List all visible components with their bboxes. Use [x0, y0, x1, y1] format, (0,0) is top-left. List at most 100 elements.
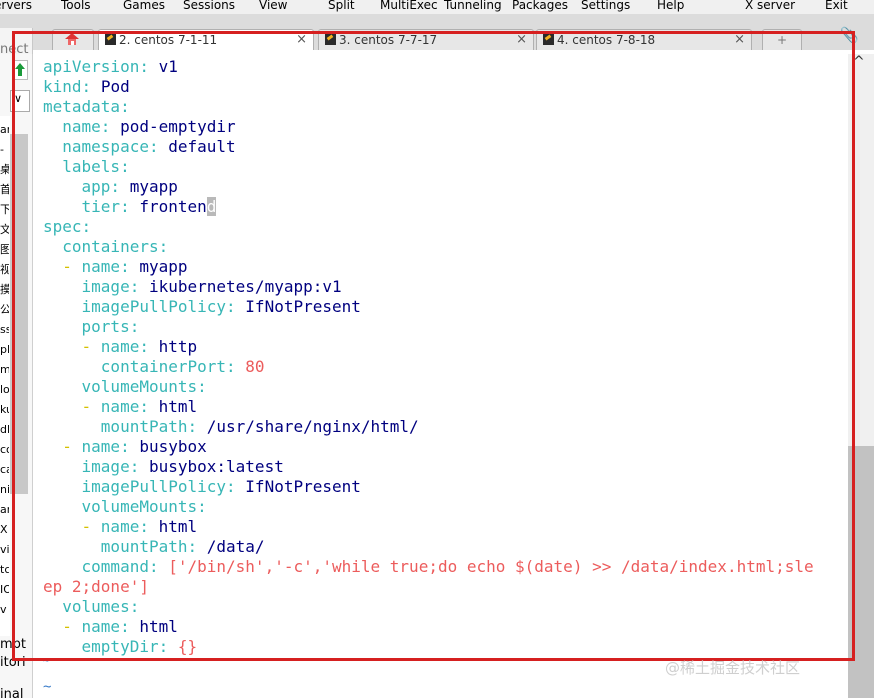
- list-item[interactable]: 视: [0, 263, 9, 277]
- scroll-thumb[interactable]: [848, 446, 874, 698]
- session-sidebar: ∨ ar - 桌 首 下 文 图 视 摸 公 ss pl m lo ku dl …: [0, 54, 33, 698]
- menu-packages[interactable]: Packages: [512, 0, 568, 13]
- list-item[interactable]: m: [0, 363, 9, 377]
- list-item[interactable]: X: [0, 523, 9, 537]
- list-item[interactable]: ar: [0, 123, 9, 137]
- menu-xserver[interactable]: X server: [745, 0, 795, 13]
- yaml-content: apiVersion: v1 kind: Pod metadata: name:…: [43, 57, 814, 657]
- yaml-value: IfNotPresent: [245, 297, 361, 316]
- terminal-scrollbar[interactable]: ^: [848, 54, 874, 698]
- list-item[interactable]: 首: [0, 183, 9, 197]
- list-item[interactable]: 文: [0, 223, 9, 237]
- menu-games[interactable]: Games: [123, 0, 165, 13]
- list-item[interactable]: IO: [0, 583, 9, 597]
- tab-session-2[interactable]: 2. centos 7-1-11 ×: [98, 29, 314, 50]
- list-item[interactable]: 下: [0, 203, 9, 217]
- yaml-key: image:: [81, 277, 140, 296]
- list-item[interactable]: ku: [0, 403, 9, 417]
- list-item[interactable]: -: [0, 143, 9, 157]
- yaml-key: volumeMounts:: [81, 497, 207, 516]
- yaml-line: volumeMounts:: [43, 497, 207, 516]
- yaml-value: ikubernetes/myapp:v1: [148, 277, 342, 296]
- upload-button[interactable]: [12, 60, 28, 80]
- list-item[interactable]: ni: [0, 483, 9, 497]
- yaml-line: containerPort: 80: [43, 357, 265, 376]
- list-item[interactable]: an: [0, 503, 9, 517]
- list-item[interactable]: 图: [0, 243, 9, 257]
- terminal-view[interactable]: apiVersion: v1 kind: Pod metadata: name:…: [33, 54, 848, 698]
- paperclip-icon[interactable]: 📎: [840, 26, 859, 44]
- sidebar-scrollbar[interactable]: [10, 134, 28, 494]
- yaml-value: default: [168, 137, 236, 156]
- menu-servers[interactable]: ervers: [0, 0, 32, 13]
- yaml-value: busybox: [139, 437, 207, 456]
- list-item[interactable]: tc: [0, 563, 9, 577]
- list-item[interactable]: 摸: [0, 283, 9, 297]
- tab-session-3[interactable]: 3. centos 7-7-17 ×: [318, 29, 534, 50]
- yaml-key: namespace:: [62, 137, 159, 156]
- yaml-line: image: busybox:latest: [43, 457, 284, 476]
- sidebar-list: ar - 桌 首 下 文 图 视 摸 公 ss pl m lo ku dl co…: [0, 116, 10, 636]
- yaml-line: - name: myapp: [43, 257, 187, 276]
- list-item[interactable]: vi: [0, 543, 9, 557]
- text-cursor: d: [206, 197, 217, 216]
- yaml-value: v1: [158, 57, 178, 76]
- list-item[interactable]: ca: [0, 463, 9, 477]
- yaml-key: name:: [100, 397, 149, 416]
- menu-exit[interactable]: Exit: [825, 0, 848, 13]
- yaml-key: app:: [81, 177, 121, 196]
- yaml-key: image:: [81, 457, 140, 476]
- menu-help[interactable]: Help: [657, 0, 684, 13]
- list-item[interactable]: ss: [0, 323, 9, 337]
- yaml-key: apiVersion:: [43, 57, 149, 76]
- yaml-key: command:: [81, 557, 159, 576]
- yaml-key: name:: [81, 617, 130, 636]
- menu-split[interactable]: Split: [328, 0, 355, 13]
- tab-label: 4. centos 7-8-18: [557, 33, 656, 47]
- yaml-key: imagePullPolicy:: [81, 297, 236, 316]
- yaml-line: labels:: [43, 157, 130, 176]
- yaml-key: containerPort:: [100, 357, 236, 376]
- yaml-key: labels:: [62, 157, 130, 176]
- tab-bar: nect 2. centos 7-1-11 × 3. centos 7-7-17…: [0, 14, 874, 68]
- menu-sessions[interactable]: Sessions: [183, 0, 235, 13]
- list-item[interactable]: pl: [0, 343, 9, 357]
- yaml-line: volumes:: [43, 597, 139, 616]
- terminal-icon: [325, 34, 336, 45]
- menu-multiexec[interactable]: MultiExec: [380, 0, 438, 13]
- yaml-value: http: [158, 337, 198, 356]
- home-icon: [64, 32, 79, 45]
- tab-label: 2. centos 7-1-11: [119, 33, 218, 47]
- yaml-dash: -: [81, 337, 101, 356]
- list-item[interactable]: lo: [0, 383, 9, 397]
- tab-session-4[interactable]: 4. centos 7-8-18 ×: [536, 29, 752, 50]
- scroll-up-icon[interactable]: ^: [853, 54, 865, 70]
- list-item[interactable]: 公: [0, 303, 9, 317]
- yaml-dash: -: [62, 617, 82, 636]
- close-icon[interactable]: ×: [296, 30, 307, 50]
- plus-icon: +: [776, 33, 788, 47]
- menu-tools[interactable]: Tools: [61, 0, 91, 13]
- yaml-line: mountPath: /usr/share/nginx/html/: [43, 417, 419, 436]
- menu-settings[interactable]: Settings: [581, 0, 630, 13]
- yaml-value: html: [158, 397, 198, 416]
- yaml-line: kind: Pod: [43, 77, 130, 96]
- yaml-line: namespace: default: [43, 137, 236, 156]
- list-item[interactable]: co: [0, 443, 9, 457]
- menu-view[interactable]: View: [259, 0, 287, 13]
- close-icon[interactable]: ×: [516, 30, 527, 50]
- list-item[interactable]: dl: [0, 423, 9, 437]
- new-tab-button[interactable]: +: [762, 29, 802, 50]
- list-item[interactable]: 桌: [0, 163, 9, 177]
- yaml-dash: -: [62, 257, 82, 276]
- yaml-key: imagePullPolicy:: [81, 477, 236, 496]
- yaml-key: emptyDir:: [81, 637, 169, 656]
- home-tab[interactable]: [52, 29, 94, 50]
- dropdown-toggle[interactable]: ∨: [10, 90, 30, 112]
- yaml-dash: -: [81, 517, 101, 536]
- list-item[interactable]: v: [0, 603, 9, 617]
- menu-tunneling[interactable]: Tunneling: [444, 0, 502, 13]
- close-icon[interactable]: ×: [734, 30, 745, 50]
- terminal-icon: [543, 34, 554, 45]
- yaml-line: - name: html: [43, 397, 198, 416]
